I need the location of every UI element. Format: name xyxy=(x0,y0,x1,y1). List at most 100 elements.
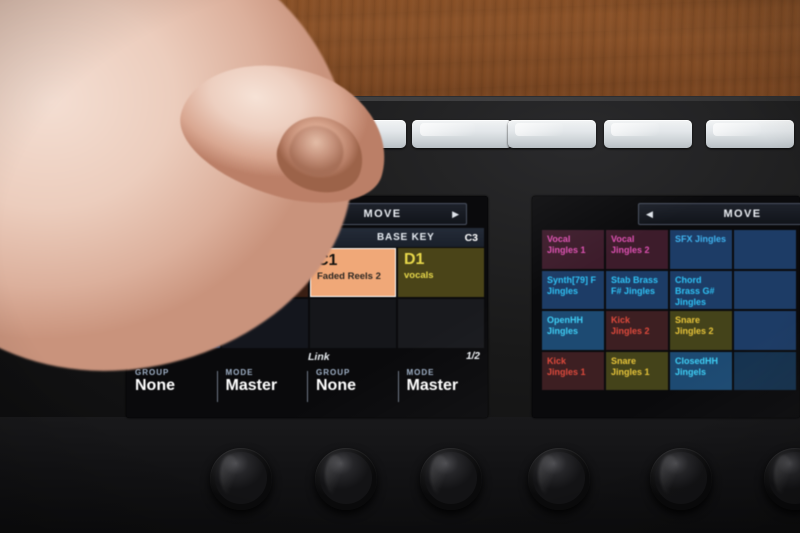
breadcrumb-link: Link xyxy=(308,351,330,363)
encoder-knob-2[interactable] xyxy=(315,448,377,510)
right-pad-6[interactable]: Chord Brass G# Jingles xyxy=(670,270,732,309)
param-key: MODE xyxy=(225,368,254,377)
pad-f1[interactable]: F1 + xyxy=(222,299,308,348)
right-pad-label: Stab Brass F# Jingles xyxy=(611,274,659,296)
pad-function-button-3[interactable] xyxy=(412,120,512,148)
group-name-label: DrumFill Jingles xyxy=(149,231,235,244)
right-pad-label: Synth[79] F Jingles xyxy=(547,274,597,296)
pad-sample-label: Faded Reels 2 xyxy=(317,270,381,282)
move-nav-label-right: MOVE xyxy=(723,208,762,220)
right-pad-label: SFX Jingles xyxy=(675,234,727,244)
pad-function-button-6[interactable] xyxy=(706,120,794,148)
encoder-knob-row xyxy=(0,432,800,533)
right-display-screen[interactable]: ◀ MOVE Vocal Jingles 1 Vocal Jingles 2 SFX… xyxy=(532,196,800,418)
right-pad-label: Kick Jingles 2 xyxy=(611,315,650,337)
pad-d1[interactable]: D1 vocals xyxy=(398,248,484,297)
right-pad-11[interactable] xyxy=(734,311,796,350)
right-pad-4[interactable]: Synth[79] F Jingles xyxy=(542,270,604,309)
right-pad-2[interactable]: SFX Jingles xyxy=(670,230,732,269)
param-cell-0[interactable]: GROUP None xyxy=(126,368,217,408)
right-pad-label: OpenHH Jingles xyxy=(547,315,583,337)
pad-a1[interactable]: A1 Faded Reels 1 xyxy=(134,248,220,297)
param-value: None xyxy=(135,377,175,394)
param-value: None xyxy=(316,377,356,394)
pad-note-label: A1 xyxy=(140,251,161,268)
chevron-left-icon[interactable]: ◀ xyxy=(306,209,313,219)
page-indicator: 1/2 xyxy=(466,351,480,362)
screenshot-stage: PAD MODE ◀ MOVE ▶ DrumFill Jingles BASE … xyxy=(0,0,800,533)
left-display-screen[interactable]: PAD MODE ◀ MOVE ▶ DrumFill Jingles BASE … xyxy=(126,196,488,418)
pad-note-label: D1 xyxy=(404,251,425,268)
param-cell-1[interactable]: MODE Master xyxy=(216,368,308,408)
top-button-strip xyxy=(0,0,800,148)
right-pad-label: Vocal Jingles 1 xyxy=(547,234,586,256)
pad-function-button-5[interactable] xyxy=(604,120,692,148)
left-screen-content: PAD MODE ◀ MOVE ▶ DrumFill Jingles BASE … xyxy=(126,196,488,418)
chevron-right-icon[interactable]: ▶ xyxy=(452,209,459,219)
pad-sample-label: Faded Reels 3 xyxy=(228,269,292,281)
right-pad-14[interactable]: ClosedHH Jingels xyxy=(670,351,732,390)
right-pad-7[interactable] xyxy=(734,270,796,309)
right-pad-15[interactable] xyxy=(734,351,796,390)
base-key-value[interactable]: C3 xyxy=(465,232,478,244)
pad-mode-tab[interactable]: PAD MODE xyxy=(138,205,230,224)
param-key: GROUP xyxy=(316,368,351,377)
param-cell-2[interactable]: GROUP None xyxy=(307,368,398,408)
right-pad-10[interactable]: Snare Jingles 2 xyxy=(670,311,732,350)
pad-sample-label: Faded Reels 1 xyxy=(140,269,204,281)
pad-sample-label: vocals xyxy=(404,269,434,281)
pad-empty-7[interactable] xyxy=(398,299,484,348)
right-pad-label: Kick Jingles 1 xyxy=(547,355,586,377)
param-key: GROUP xyxy=(135,368,170,377)
right-pad-label: Vocal Jingles 2 xyxy=(611,234,650,256)
group-color-marker xyxy=(134,228,141,247)
param-cell-3[interactable]: MODE Master xyxy=(397,368,489,408)
pad-note-label: C1 xyxy=(317,252,338,269)
right-pad-label: Chord Brass G# Jingles xyxy=(675,274,715,308)
right-pad-grid: Vocal Jingles 1 Vocal Jingles 2 SFX Jingle… xyxy=(542,230,800,390)
param-value: Master xyxy=(225,377,278,394)
right-pad-0[interactable]: Vocal Jingles 1 xyxy=(542,230,604,269)
encoder-knob-1[interactable] xyxy=(210,448,272,510)
right-pad-label: Snare Jingles 2 xyxy=(675,315,714,337)
device-top-highlight xyxy=(0,97,800,101)
right-pad-8[interactable]: OpenHH Jingles xyxy=(542,311,604,350)
pad-note-label: F1 xyxy=(228,302,247,319)
base-key-label: BASE KEY xyxy=(377,232,435,243)
right-pad-label: Snare Jingles 1 xyxy=(611,355,650,377)
pad-add-icon: + xyxy=(228,324,234,335)
right-pad-3[interactable] xyxy=(734,230,796,269)
pad-function-button-2[interactable] xyxy=(306,120,406,148)
pad-sample-label: ◀ xyxy=(140,320,148,332)
move-nav-bar-right[interactable]: ◀ MOVE xyxy=(638,203,800,225)
encoder-knob-4[interactable] xyxy=(528,448,590,510)
group-title-bar: DrumFill Jingles BASE KEY C3 xyxy=(134,228,484,247)
left-breadcrumb-row: Choke Link 1/2 xyxy=(126,351,488,368)
move-nav-label: MOVE xyxy=(363,208,402,220)
pad-note-label: B1 xyxy=(228,251,249,268)
pad-function-button-1[interactable] xyxy=(198,120,298,148)
encoder-knob-6[interactable] xyxy=(764,448,800,510)
right-pad-label: ClosedHH Jingels xyxy=(675,355,719,377)
move-nav-bar[interactable]: ◀ MOVE ▶ xyxy=(298,203,467,225)
pad-function-button-4[interactable] xyxy=(508,120,596,148)
left-pad-grid: A1 Faded Reels 1 B1 Faded Reels 3 C1 Faded Re… xyxy=(134,248,484,348)
right-pad-13[interactable]: Snare Jingles 1 xyxy=(606,351,668,390)
pad-empty-6[interactable] xyxy=(310,299,396,348)
param-key: MODE xyxy=(406,368,435,377)
right-pad-5[interactable]: Stab Brass F# Jingles xyxy=(606,270,668,309)
pad-b1[interactable]: B1 Faded Reels 3 xyxy=(222,248,308,297)
pad-c1[interactable]: C1 Faded Reels 2 xyxy=(310,248,396,297)
pad-note-label: E1 xyxy=(140,302,160,319)
encoder-knob-3[interactable] xyxy=(420,448,482,510)
chevron-left-icon-right[interactable]: ◀ xyxy=(646,209,653,219)
encoder-knob-5[interactable] xyxy=(650,448,712,510)
right-pad-12[interactable]: Kick Jingles 1 xyxy=(542,351,604,390)
param-value: Master xyxy=(406,377,459,394)
parameter-row: GROUP None MODE Master GROUP None MODE Master xyxy=(126,368,488,408)
pad-e1[interactable]: E1 ◀ xyxy=(134,299,220,348)
right-pad-1[interactable]: Vocal Jingles 2 xyxy=(606,230,668,269)
right-pad-9[interactable]: Kick Jingles 2 xyxy=(606,311,668,350)
breadcrumb-choke: Choke xyxy=(136,351,169,363)
right-screen-content: ◀ MOVE Vocal Jingles 1 Vocal Jingles 2 SFX… xyxy=(532,196,800,418)
